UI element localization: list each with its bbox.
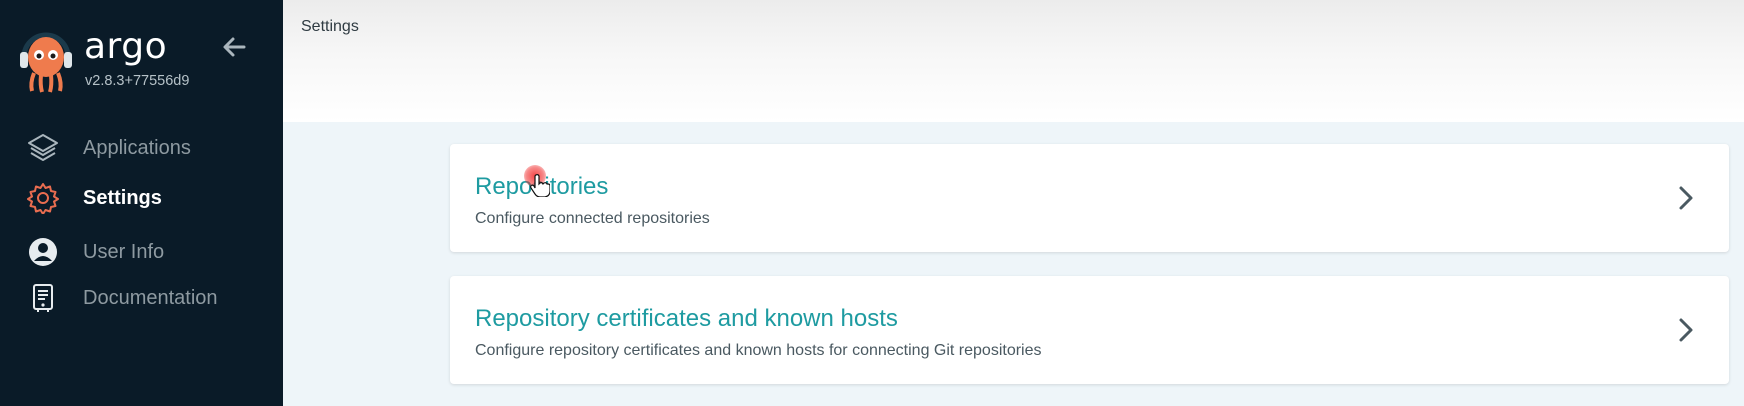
sidebar: argo v2.8.3+77556d9 Applications Setting… (0, 0, 283, 406)
sidebar-item-label: User Info (83, 240, 165, 263)
argo-logo-icon (18, 27, 74, 93)
card-description: Configure connected repositories (475, 210, 710, 227)
card-title: Repositories (475, 173, 609, 200)
user-circle-icon (27, 236, 59, 268)
collapse-sidebar-button[interactable] (220, 33, 248, 61)
page-header: Settings (283, 0, 1744, 122)
chevron-right-icon (1679, 318, 1693, 342)
card-title: Repository certificates and known hosts (475, 305, 898, 332)
sidebar-item-user-info[interactable]: User Info (0, 230, 283, 274)
sidebar-item-documentation[interactable]: Documentation (0, 276, 283, 320)
sidebar-item-label: Documentation (83, 286, 218, 309)
sidebar-item-applications[interactable]: Applications (0, 126, 283, 170)
layers-icon (27, 132, 59, 164)
chevron-right-icon (1679, 186, 1693, 210)
logo-text: argo (84, 26, 168, 67)
sidebar-item-settings[interactable]: Settings (0, 176, 283, 220)
repositories-card[interactable]: Repositories Configure connected reposit… (450, 144, 1729, 252)
book-icon (27, 282, 59, 314)
version-label: v2.8.3+77556d9 (85, 73, 190, 89)
sidebar-item-label: Settings (83, 186, 162, 209)
card-description: Configure repository certificates and kn… (475, 342, 1042, 359)
gear-icon (27, 182, 59, 214)
repository-certificates-card[interactable]: Repository certificates and known hosts … (450, 276, 1729, 384)
breadcrumb: Settings (301, 18, 359, 35)
arrow-left-icon (223, 37, 246, 57)
sidebar-item-label: Applications (83, 136, 191, 159)
